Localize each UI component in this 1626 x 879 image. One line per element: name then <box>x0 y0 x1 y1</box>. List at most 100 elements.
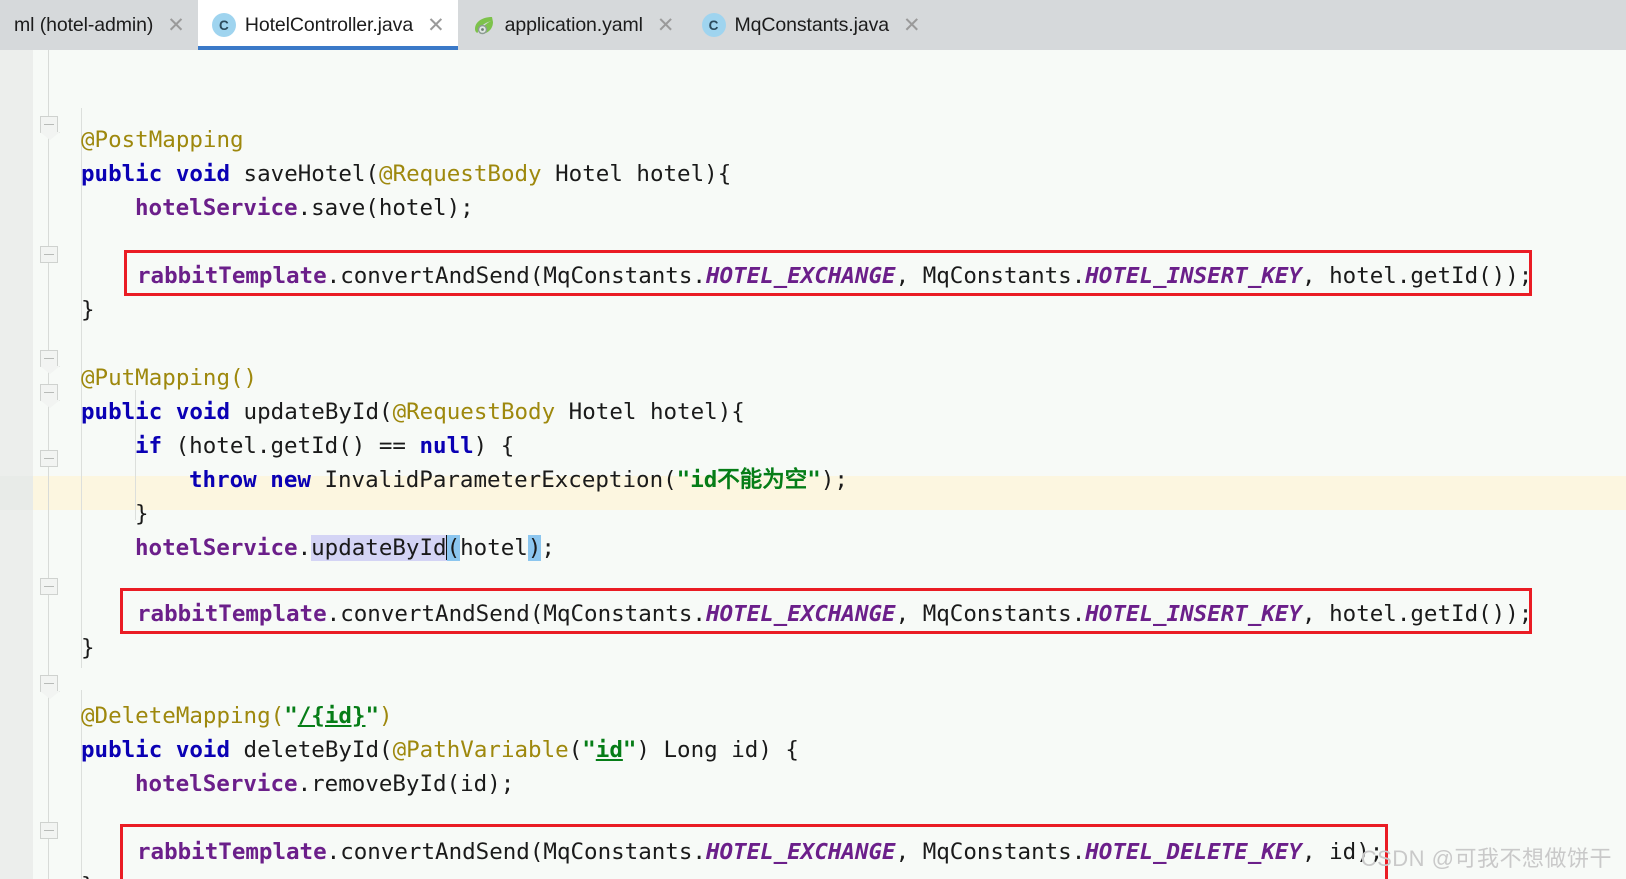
keyword-throw: throw <box>189 467 257 493</box>
if-condition: (hotel.getId() == <box>162 433 420 459</box>
quote-close: " <box>622 737 637 763</box>
matched-paren-close: ) <box>527 535 542 561</box>
arg-separator: , MqConstants. <box>895 263 1086 289</box>
keyword-public: public <box>81 399 163 425</box>
closing-brace: } <box>81 635 95 661</box>
argument-hotel: hotel <box>460 535 528 561</box>
arg-getid: , hotel.getId()); <box>1302 263 1533 289</box>
string-literal-id-required: "id不能为空" <box>676 467 821 493</box>
string-literal-id: id <box>595 737 623 763</box>
annotation-requestbody: @RequestBody <box>379 161 542 187</box>
arg-separator: , MqConstants. <box>895 601 1086 627</box>
method-params: ) Long id) { <box>636 737 799 763</box>
matched-paren-open: ( <box>446 535 461 561</box>
annotation-postmapping: @PostMapping <box>81 127 244 153</box>
string-literal-path: /{id} <box>297 703 366 729</box>
closing-brace: } <box>81 873 95 879</box>
keyword-new: new <box>270 467 311 493</box>
field-rabbittemplate: rabbitTemplate <box>137 839 327 865</box>
keyword-void: void <box>175 161 231 187</box>
code-line: } <box>81 293 95 327</box>
code-content[interactable]: @PostMapping public void saveHotel(@Requ… <box>0 50 1626 879</box>
code-line-active[interactable]: hotelService.updateById(hotel); <box>135 531 555 565</box>
tab-label: application.yaml <box>504 13 643 36</box>
selected-method-updatebyid[interactable]: updateById <box>311 535 447 561</box>
keyword-if: if <box>135 433 163 459</box>
code-line: public void saveHotel(@RequestBody Hotel… <box>81 157 731 191</box>
keyword-public: public <box>81 737 163 763</box>
tab-mqconstants-java[interactable]: C MqConstants.java ✕ <box>687 0 934 50</box>
field-hotelservice: hotelService <box>135 195 298 221</box>
annotation-close: ) <box>379 703 393 729</box>
call-convertandsend: .convertAndSend(MqConstants. <box>326 263 706 289</box>
code-line: @PostMapping <box>81 123 244 157</box>
code-line: } <box>135 497 149 531</box>
quote-open: " <box>582 737 596 763</box>
method-name-updatebyid: updateById( <box>230 399 393 425</box>
tab-label: MqConstants.java <box>734 13 890 36</box>
code-line: } <box>81 631 95 665</box>
close-icon[interactable]: ✕ <box>903 15 921 36</box>
field-hotelservice: hotelService <box>135 771 298 797</box>
code-line: rabbitTemplate.convertAndSend(MqConstant… <box>137 259 1532 293</box>
closing-brace: } <box>135 501 149 527</box>
field-rabbittemplate: rabbitTemplate <box>137 601 327 627</box>
code-line: public void deleteById(@PathVariable("id… <box>81 733 799 767</box>
quote-close: " <box>365 703 380 729</box>
call-convertandsend: .convertAndSend(MqConstants. <box>326 839 706 865</box>
keyword-null: null <box>419 433 474 459</box>
java-class-icon: C <box>211 13 236 37</box>
if-open: ) { <box>473 433 515 459</box>
dot-operator: . <box>297 535 312 561</box>
annotation-putmapping: @PutMapping() <box>81 365 258 391</box>
call-save: .save(hotel); <box>297 195 474 221</box>
close-icon[interactable]: ✕ <box>167 15 185 36</box>
constant-hotel-delete-key: HOTEL_DELETE_KEY <box>1085 839 1303 865</box>
closing-brace: } <box>81 297 95 323</box>
tab-label: HotelController.java <box>244 13 414 36</box>
constant-hotel-exchange: HOTEL_EXCHANGE <box>705 601 896 627</box>
code-line: @DeleteMapping("/{id}") <box>81 699 393 733</box>
tab-hotelcontroller-java[interactable]: C HotelController.java ✕ <box>197 0 458 50</box>
call-removebyid: .removeById(id); <box>297 771 515 797</box>
code-line: if (hotel.getId() == null) { <box>135 429 514 463</box>
arg-getid: , hotel.getId()); <box>1302 601 1533 627</box>
keyword-void: void <box>175 399 231 425</box>
tab-application-yml-hotel-admin[interactable]: ml (hotel-admin) ✕ <box>0 0 198 50</box>
method-name-savehotel: saveHotel( <box>230 161 380 187</box>
code-line: hotelService.save(hotel); <box>135 191 474 225</box>
code-line: hotelService.removeById(id); <box>135 767 514 801</box>
annotation-pathvariable: @PathVariable <box>392 737 569 763</box>
tab-label: ml (hotel-admin) <box>14 13 154 36</box>
yaml-leaf-icon <box>472 13 496 37</box>
quote-open: " <box>284 703 298 729</box>
code-line: throw new InvalidParameterException("id不… <box>189 463 848 497</box>
annotation-requestbody: @RequestBody <box>392 399 556 425</box>
close-icon[interactable]: ✕ <box>657 15 675 36</box>
constant-hotel-insert-key: HOTEL_INSERT_KEY <box>1085 263 1303 289</box>
exception-type: InvalidParameterException( <box>310 467 677 493</box>
close-icon[interactable]: ✕ <box>427 15 445 36</box>
constant-hotel-insert-key: HOTEL_INSERT_KEY <box>1085 601 1303 627</box>
constant-hotel-exchange: HOTEL_EXCHANGE <box>705 839 896 865</box>
keyword-void: void <box>175 737 231 763</box>
method-params: Hotel hotel){ <box>541 161 732 187</box>
call-convertandsend: .convertAndSend(MqConstants. <box>326 601 706 627</box>
statement-end: ); <box>820 467 848 493</box>
paren-open: ( <box>568 737 583 763</box>
keyword-public: public <box>81 161 163 187</box>
constant-hotel-exchange: HOTEL_EXCHANGE <box>705 263 896 289</box>
code-line: rabbitTemplate.convertAndSend(MqConstant… <box>137 597 1532 631</box>
code-editor[interactable]: @PostMapping public void saveHotel(@Requ… <box>0 50 1626 879</box>
tab-application-yaml[interactable]: application.yaml ✕ <box>457 0 688 50</box>
arg-separator: , MqConstants. <box>895 839 1086 865</box>
semicolon: ; <box>541 535 555 561</box>
watermark: CSDN @可我不想做饼干 <box>1360 846 1612 871</box>
code-line: rabbitTemplate.convertAndSend(MqConstant… <box>137 835 1383 869</box>
annotation-deletemapping: @DeleteMapping( <box>81 703 285 729</box>
field-hotelservice: hotelService <box>135 535 298 561</box>
code-line: @PutMapping() <box>81 361 257 395</box>
code-line: } <box>81 869 95 879</box>
method-params: Hotel hotel){ <box>555 399 745 425</box>
editor-tab-bar: ml (hotel-admin) ✕ C HotelController.jav… <box>0 0 1626 50</box>
